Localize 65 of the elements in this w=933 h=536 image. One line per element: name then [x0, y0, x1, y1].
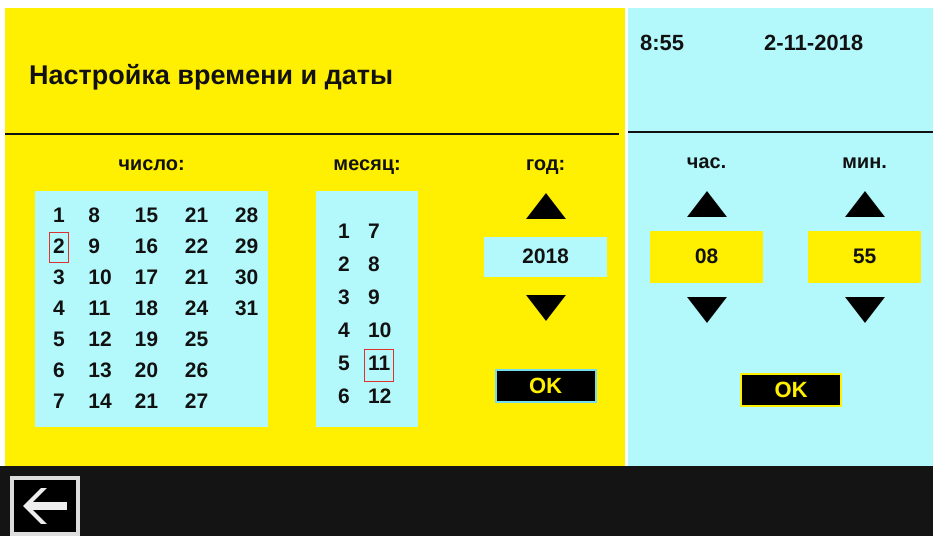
- minute-label: мин.: [842, 151, 887, 175]
- day-number[interactable]: 2: [49, 232, 69, 263]
- day-number[interactable]: 20: [130, 356, 162, 387]
- day-number[interactable]: 12: [84, 325, 116, 356]
- day-number[interactable]: 9: [84, 232, 104, 263]
- day-number[interactable]: 17: [130, 263, 162, 294]
- day-number[interactable]: 30: [230, 263, 262, 294]
- day-number[interactable]: 28: [230, 201, 262, 232]
- day-number[interactable]: 3: [49, 263, 69, 294]
- day-number[interactable]: 24: [180, 294, 212, 325]
- month-number[interactable]: 1: [334, 217, 354, 250]
- back-arrow-icon: [23, 488, 67, 524]
- down-arrow-icon[interactable]: [686, 297, 726, 323]
- ok-button[interactable]: OK: [494, 369, 596, 403]
- day-number[interactable]: 25: [180, 325, 212, 356]
- month-number[interactable]: 6: [334, 382, 354, 415]
- month-number[interactable]: 2: [334, 250, 354, 283]
- month-number[interactable]: 3: [334, 283, 354, 316]
- ok-button[interactable]: OK: [740, 373, 842, 407]
- year-label: год:: [526, 153, 566, 177]
- day-number[interactable]: 11: [84, 294, 114, 325]
- down-arrow-icon[interactable]: [844, 297, 884, 323]
- day-number[interactable]: 15: [130, 201, 162, 232]
- day-number[interactable]: 7: [49, 387, 69, 418]
- down-arrow-icon[interactable]: [526, 295, 566, 321]
- clock-date: 2-11-2018: [764, 30, 864, 56]
- day-number[interactable]: 10: [84, 263, 116, 294]
- day-number[interactable]: 21: [130, 387, 162, 418]
- month-number[interactable]: 10: [364, 316, 396, 349]
- month-number[interactable]: 11: [364, 349, 394, 382]
- back-button[interactable]: [10, 476, 80, 536]
- day-number[interactable]: 29: [230, 232, 262, 263]
- day-number[interactable]: 1: [49, 201, 69, 232]
- screen-title: Настройка времени и даты: [29, 60, 394, 91]
- day-number[interactable]: 6: [49, 356, 69, 387]
- day-number[interactable]: 16: [130, 232, 162, 263]
- day-number[interactable]: 31: [230, 294, 262, 325]
- hour-field[interactable]: 08: [650, 231, 763, 283]
- clock-time: 8:55: [640, 30, 684, 56]
- month-number[interactable]: 7: [364, 217, 384, 250]
- hour-label: час.: [686, 151, 726, 175]
- day-number[interactable]: 26: [180, 356, 212, 387]
- up-arrow-icon[interactable]: [686, 191, 726, 217]
- year-field[interactable]: 2018: [484, 237, 607, 277]
- day-number[interactable]: 4: [49, 294, 69, 325]
- month-number[interactable]: 9: [364, 283, 384, 316]
- month-number[interactable]: 4: [334, 316, 354, 349]
- day-number[interactable]: 13: [84, 356, 116, 387]
- day-number[interactable]: 27: [180, 387, 212, 418]
- day-number[interactable]: 22: [180, 232, 212, 263]
- month-label: месяц:: [333, 153, 401, 177]
- up-arrow-icon[interactable]: [526, 193, 566, 219]
- minute-field[interactable]: 55: [808, 231, 921, 283]
- up-arrow-icon[interactable]: [844, 191, 884, 217]
- day-label: число:: [118, 153, 185, 177]
- day-number[interactable]: 19: [130, 325, 162, 356]
- day-number[interactable]: 21: [180, 263, 212, 294]
- day-number[interactable]: 8: [84, 201, 104, 232]
- day-number[interactable]: 18: [130, 294, 162, 325]
- day-number[interactable]: 5: [49, 325, 69, 356]
- month-number[interactable]: 12: [364, 382, 396, 415]
- month-number[interactable]: 5: [334, 349, 354, 382]
- day-number[interactable]: 21: [180, 201, 212, 232]
- day-number[interactable]: 14: [84, 387, 116, 418]
- month-number[interactable]: 8: [364, 250, 384, 283]
